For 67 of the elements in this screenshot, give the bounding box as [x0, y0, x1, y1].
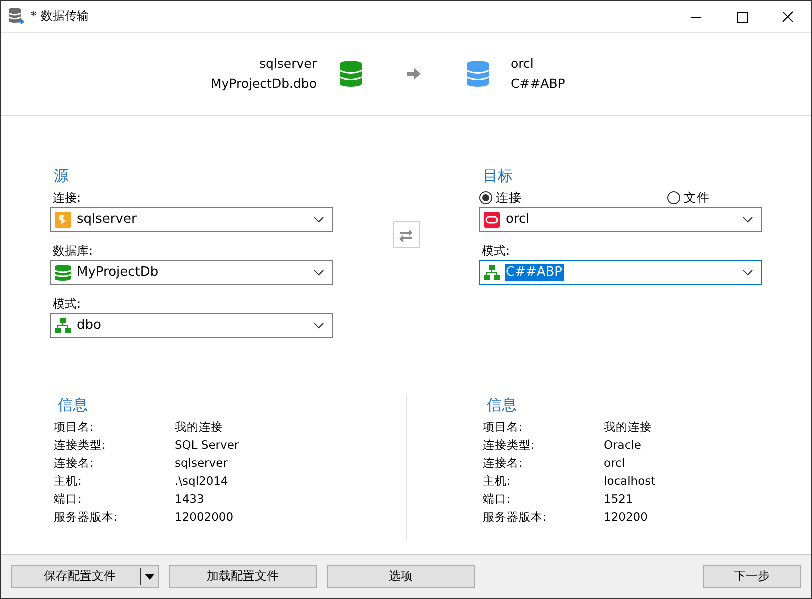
schema-icon	[484, 264, 500, 280]
info-label: 项目名:	[54, 419, 95, 436]
field-label: 连接:	[52, 190, 82, 207]
radio-icon[interactable]	[479, 191, 493, 205]
footer-button[interactable]: 加载配置文件	[169, 565, 317, 588]
radio-option[interactable]: 文件	[667, 190, 710, 206]
window-title: * 数据传输	[31, 8, 89, 25]
source-object: MyProjectDb.dbo	[210, 75, 317, 93]
info-label: 连接类型:	[54, 437, 107, 454]
info-label: 端口:	[483, 491, 512, 508]
app-icon	[9, 8, 25, 26]
dropdown-field[interactable]: dbo	[50, 313, 333, 338]
info-value: localhost	[604, 473, 656, 490]
dropdown-field[interactable]: MyProjectDb	[50, 260, 333, 285]
swap-button[interactable]	[392, 221, 420, 248]
field-label: 数据库:	[52, 243, 94, 260]
source-connection: sqlserver	[258, 55, 317, 73]
info-value: sqlserver	[175, 455, 229, 472]
info-value: 我的连接	[604, 419, 653, 436]
info-label: 连接名:	[483, 455, 524, 472]
info-value: 12002000	[175, 509, 235, 526]
section-heading: 目标	[482, 166, 514, 187]
server-icon	[55, 212, 71, 228]
info-label: 连接类型:	[483, 437, 536, 454]
target-connection: orcl	[511, 55, 535, 73]
info-label: 端口:	[54, 491, 83, 508]
schema-icon	[55, 318, 71, 334]
chevron-icon	[743, 270, 753, 276]
info-value: Oracle	[604, 437, 642, 454]
info-value: 我的连接	[175, 419, 224, 436]
footer-button[interactable]: 下一步	[703, 565, 801, 588]
arrow-icon	[406, 66, 422, 82]
info-label: 连接名:	[54, 455, 95, 472]
info-label: 服务器版本:	[54, 509, 119, 526]
info-value: 1433	[175, 491, 206, 508]
info-value: 120200	[604, 509, 649, 526]
dropdown-field[interactable]: C##ABP	[479, 260, 762, 285]
footer-button[interactable]: 选项	[327, 565, 475, 588]
footer-button[interactable]: 保存配置文件	[11, 565, 159, 588]
info-label: 主机:	[483, 473, 512, 490]
info-value: 1521	[604, 491, 634, 508]
field-label: 模式:	[52, 296, 82, 313]
info-value: SQL Server	[175, 437, 240, 454]
target-object: C##ABP	[511, 75, 566, 93]
info-label: 主机:	[54, 473, 83, 490]
section-heading: 信息	[486, 395, 518, 416]
chevron-icon	[743, 216, 753, 222]
chevron-icon	[314, 270, 324, 276]
radio-option[interactable]: 连接	[479, 190, 522, 206]
field-label: 模式:	[481, 243, 512, 260]
database-icon	[55, 264, 71, 280]
database-icon	[340, 61, 362, 87]
caret-icon[interactable]	[144, 572, 156, 580]
chevron-icon	[314, 216, 324, 222]
info-label: 项目名:	[483, 419, 524, 436]
swap-icon	[399, 228, 413, 242]
radio-icon[interactable]	[667, 191, 681, 205]
dropdown-field[interactable]: sqlserver	[50, 207, 333, 232]
oracle-icon	[484, 212, 500, 228]
dropdown-field[interactable]: orcl	[479, 207, 762, 232]
database-icon	[467, 61, 489, 87]
info-value: orcl	[604, 455, 626, 472]
info-value: .\sql2014	[175, 473, 230, 490]
chevron-icon	[314, 322, 324, 328]
section-heading: 源	[53, 166, 70, 187]
info-label: 服务器版本:	[483, 509, 548, 526]
section-heading: 信息	[57, 395, 89, 416]
